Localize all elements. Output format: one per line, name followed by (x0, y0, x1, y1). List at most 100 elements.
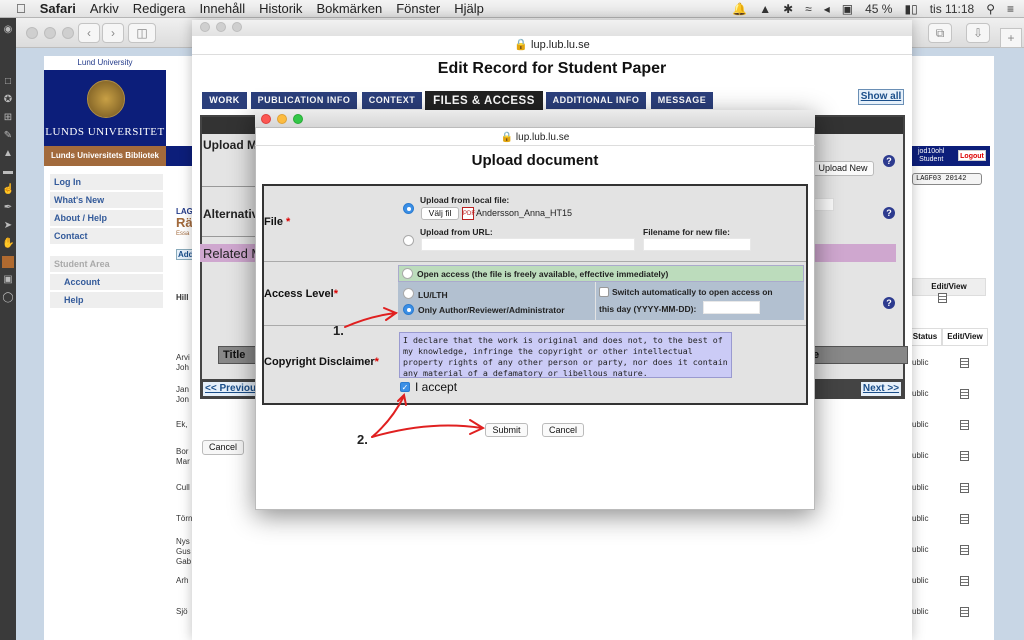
lu-lth-radio[interactable] (403, 288, 414, 299)
divider (202, 186, 262, 187)
submit-button[interactable]: Submit (485, 423, 528, 437)
help-icon[interactable]: ? (883, 207, 895, 219)
edit-view-icon[interactable] (960, 607, 969, 617)
previous-link[interactable]: << Previou (203, 382, 263, 396)
wifi-icon[interactable]: ≈ (805, 2, 812, 16)
sidebar-item-contact[interactable]: Contact (50, 228, 163, 244)
logout-button[interactable]: Logout (958, 150, 986, 161)
close-button[interactable] (200, 22, 210, 32)
settings-icon[interactable]: ◉ (2, 24, 14, 36)
upload-local-radio[interactable] (403, 203, 414, 214)
marquee-tool-icon[interactable]: □ (2, 76, 14, 88)
brush-tool-icon[interactable]: ✎ (2, 130, 14, 142)
notification-icon[interactable]: 🔔 (732, 2, 747, 16)
sidebar-item-whats-new[interactable]: What's New (50, 192, 163, 208)
forward-button[interactable]: › (102, 23, 124, 43)
edit-view-icon[interactable] (960, 389, 969, 399)
university-logo[interactable]: LUNDS UNIVERSITET (44, 70, 166, 146)
upload-new-button[interactable]: Upload New (812, 161, 874, 176)
new-tab-button[interactable]: + (1000, 28, 1022, 48)
upload-local-label: Upload from local file: (420, 195, 510, 205)
eraser-tool-icon[interactable]: ▬ (2, 166, 14, 178)
smudge-tool-icon[interactable]: ☝ (2, 184, 14, 196)
close-button[interactable] (26, 27, 38, 39)
drive-icon[interactable]: ▲ (759, 2, 771, 16)
sidebar-item-help[interactable]: Help (50, 292, 163, 308)
edit-view-icon[interactable] (960, 358, 969, 368)
sidebar-item-account[interactable]: Account (50, 274, 163, 290)
downloads-icon[interactable]: ⇩ (966, 23, 990, 43)
open-access-radio[interactable] (402, 268, 413, 279)
menu-fonster[interactable]: Fönster (396, 1, 440, 16)
zoom-button[interactable] (232, 22, 242, 32)
term-select[interactable]: LAGF03 20142 (912, 173, 982, 185)
accept-checkbox[interactable]: ✓ (400, 382, 410, 392)
cancel-button[interactable]: Cancel (202, 440, 244, 455)
upload-url-input[interactable] (421, 238, 635, 251)
edit-view-icon[interactable] (960, 545, 969, 555)
apple-menu-icon[interactable]:  (16, 1, 26, 16)
menu-redigera[interactable]: Redigera (133, 1, 186, 16)
menu-historik[interactable]: Historik (259, 1, 302, 16)
tab-additional-info[interactable]: ADDITIONAL INFO (546, 92, 646, 109)
show-all-link[interactable]: Show all (858, 89, 904, 105)
help-icon[interactable]: ? (883, 155, 895, 167)
tab-publication-info[interactable]: PUBLICATION INFO (251, 92, 357, 109)
clock[interactable]: tis 11:18 (930, 2, 974, 16)
crop-tool-icon[interactable]: ⊞ (2, 112, 14, 124)
bluetooth-icon[interactable]: ✱ (783, 2, 793, 16)
pen-tool-icon[interactable]: ✒ (2, 202, 14, 214)
edit-view-icon[interactable] (960, 420, 969, 430)
edit-view-icon[interactable] (938, 293, 947, 303)
hand-tool-icon[interactable]: ✋ (2, 238, 14, 250)
lasso-tool-icon[interactable]: ✪ (2, 94, 14, 106)
tabs-overview-icon[interactable]: ⧉ (928, 23, 952, 43)
sidebar-item-about-help[interactable]: About / Help (50, 210, 163, 226)
help-icon[interactable]: ? (883, 297, 895, 309)
zoom-button[interactable] (293, 114, 303, 124)
edit-view-icon[interactable] (960, 576, 969, 586)
status-cell: ublic (912, 607, 929, 616)
close-button[interactable] (261, 114, 271, 124)
color-swatch[interactable] (2, 256, 14, 268)
menu-arkiv[interactable]: Arkiv (90, 1, 119, 16)
minimize-button[interactable] (44, 27, 56, 39)
choose-file-button[interactable]: Välj fil (421, 207, 459, 220)
menu-bokmarken[interactable]: Bokmärken (316, 1, 382, 16)
select-tool-icon[interactable]: ➤ (2, 220, 14, 232)
open-access-date-input[interactable] (703, 301, 760, 314)
menu-safari[interactable]: Safari (40, 1, 76, 16)
sidebar-toggle-icon[interactable]: ◫ (128, 23, 156, 43)
upload-url-radio[interactable] (403, 235, 414, 246)
minimize-button[interactable] (277, 114, 287, 124)
calendar-icon[interactable]: ▣ (842, 2, 853, 16)
only-author-radio[interactable] (403, 304, 414, 315)
stamp-tool-icon[interactable]: ▲ (2, 148, 14, 160)
menu-innehall[interactable]: Innehåll (200, 1, 246, 16)
minimize-button[interactable] (216, 22, 226, 32)
back-button[interactable]: ‹ (78, 23, 100, 43)
spotlight-icon[interactable]: ⚲ (986, 2, 995, 16)
volume-icon[interactable]: ◂ (824, 2, 830, 16)
dialog-cancel-button[interactable]: Cancel (542, 423, 584, 437)
alternative-input[interactable] (812, 198, 834, 211)
related-material-label: Related M (203, 246, 263, 261)
edit-view-icon[interactable] (960, 483, 969, 493)
tab-context[interactable]: CONTEXT (362, 92, 422, 109)
edit-view-icon[interactable] (960, 514, 969, 524)
swap-colors-icon[interactable]: ▣ (2, 274, 14, 286)
tab-files-access[interactable]: FILES & ACCESS (425, 91, 543, 111)
edit-view-icon[interactable] (960, 451, 969, 461)
copyright-disclaimer-text[interactable]: I declare that the work is original and … (399, 332, 732, 378)
battery-percent[interactable]: 45 % (865, 2, 892, 16)
notification-center-icon[interactable]: ≡ (1007, 2, 1014, 16)
next-link[interactable]: Next >> (861, 382, 901, 396)
sidebar-item-login[interactable]: Log In (50, 174, 163, 190)
tab-work[interactable]: WORK (202, 92, 247, 109)
zoom-button[interactable] (62, 27, 74, 39)
tab-message[interactable]: MESSAGE (651, 92, 713, 109)
menu-hjalp[interactable]: Hjälp (454, 1, 484, 16)
quick-mask-icon[interactable]: ◯ (2, 292, 14, 304)
switch-open-access-checkbox[interactable] (599, 287, 609, 297)
new-filename-input[interactable] (643, 238, 751, 251)
